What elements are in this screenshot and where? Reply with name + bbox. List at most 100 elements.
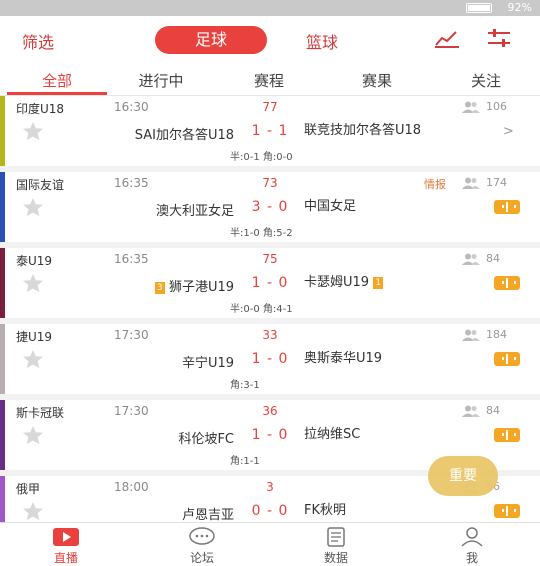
settings-sliders-icon[interactable] (486, 28, 512, 52)
league-name: 国际友谊 (16, 178, 65, 192)
tab-schedule[interactable]: 赛程 (229, 70, 309, 91)
live-video-icon[interactable] (494, 428, 520, 442)
away-team-name: 奥斯泰华U19 (304, 351, 383, 366)
match-minute: 77 (262, 100, 278, 114)
away-team: FK秋明 (304, 504, 444, 518)
score: 1 - 1 (251, 123, 289, 139)
match-card[interactable]: 国际友谊 16:35 73 情报 174 澳大利亚女足 3 - 0 中国女足 半:1-0 角:5… (0, 172, 540, 242)
away-team: 联竞技加尔各答U18 (304, 124, 444, 138)
favorite-star-icon[interactable] (22, 425, 44, 445)
nav-forum[interactable]: 论坛 (172, 527, 232, 566)
nav-live[interactable]: 直播 (36, 527, 96, 566)
league-color-bar (0, 324, 5, 394)
home-team: 澳大利亚女足 (156, 200, 234, 219)
match-minute: 73 (262, 176, 278, 190)
league-name: 俄甲 (16, 482, 41, 496)
match-minute: 75 (262, 252, 278, 266)
league-name: 斯卡冠联 (16, 406, 65, 420)
kickoff-time: 16:35 (114, 252, 149, 266)
active-tab-indicator (7, 92, 107, 95)
away-team-name: 卡瑟姆U19 (304, 275, 370, 290)
league-color-bar (0, 96, 5, 166)
battery-percent: 92% (507, 1, 532, 14)
score: 1 - 0 (251, 427, 289, 443)
home-team: SAI加尔各答U18 (135, 124, 234, 143)
status-bar: 92% (0, 0, 540, 16)
away-team-name: 拉纳维SC (304, 427, 361, 442)
match-card[interactable]: 捷U19 17:30 33 184 辛宁U19 1 - 0 奥斯泰华U19 角:3-1 (0, 324, 540, 394)
tab-results[interactable]: 赛果 (337, 70, 417, 91)
tab-all[interactable]: 全部 (17, 70, 97, 91)
league-name: 泰U19 (16, 254, 53, 268)
league-color-bar (0, 248, 5, 318)
half-corner-stats: 角:1-1 (230, 456, 260, 467)
favorite-star-icon[interactable] (22, 197, 44, 217)
league-color-bar (0, 172, 5, 242)
followers-icon (462, 101, 480, 113)
home-team: 辛宁U19 (182, 352, 234, 371)
nav-live-label: 直播 (53, 551, 78, 565)
home-team-name: 科伦坡FC (178, 432, 234, 447)
match-tabs: 全部 进行中 赛程 赛果 关注 (0, 62, 540, 96)
half-corner-stats: 半:0-0 角:4-1 (230, 304, 293, 315)
filter-button[interactable]: 筛选 (22, 29, 54, 53)
score: 0 - 0 (251, 503, 289, 519)
followers-icon (462, 253, 480, 265)
favorite-star-icon[interactable] (22, 349, 44, 369)
nav-data[interactable]: 数据 (306, 527, 366, 566)
nav-me[interactable]: 我 (442, 527, 502, 566)
tab-in-progress[interactable]: 进行中 (121, 70, 201, 91)
league-color-bar (0, 400, 5, 470)
live-video-icon[interactable] (494, 200, 520, 214)
away-team-name: 中国女足 (304, 199, 357, 214)
document-icon (327, 527, 345, 547)
favorite-star-icon[interactable] (22, 501, 44, 521)
followers-icon (462, 177, 480, 189)
league-color-bar (0, 476, 5, 522)
kickoff-time: 16:35 (114, 176, 149, 190)
person-icon (461, 527, 483, 547)
match-card[interactable]: 泰U19 16:35 75 84 3 狮子港U19 1 - 0 卡瑟姆U19 1 半:0-0 … (0, 248, 540, 318)
intel-link[interactable]: 情报 (424, 176, 446, 192)
kickoff-time: 16:30 (114, 100, 149, 114)
home-team-name: SAI加尔各答U18 (134, 128, 234, 143)
followers-count: 174 (486, 176, 507, 189)
nav-data-label: 数据 (323, 551, 348, 565)
home-team-name: 澳大利亚女足 (155, 204, 234, 219)
followers-icon (462, 405, 480, 417)
trend-chart-icon[interactable] (434, 28, 460, 52)
football-toggle[interactable]: 足球 (155, 26, 267, 54)
chat-bubble-icon (189, 527, 215, 545)
live-video-icon[interactable] (494, 504, 520, 518)
half-corner-stats: 半:1-0 角:5-2 (230, 228, 293, 239)
half-corner-stats: 半:0-1 角:0-0 (230, 152, 293, 163)
kickoff-time: 17:30 (114, 404, 149, 418)
favorite-star-icon[interactable] (22, 121, 44, 141)
favorite-star-icon[interactable] (22, 273, 44, 293)
basketball-toggle[interactable]: 篮球 (306, 29, 338, 53)
tab-following[interactable]: 关注 (446, 70, 526, 91)
chevron-right-icon[interactable]: > (503, 124, 514, 139)
home-team: 科伦坡FC (178, 428, 234, 447)
important-fab[interactable]: 重要 (428, 456, 498, 496)
away-team: 卡瑟姆U19 1 (304, 276, 444, 290)
live-video-icon[interactable] (494, 352, 520, 366)
kickoff-time: 18:00 (114, 480, 149, 494)
match-card[interactable]: 印度U18 16:30 77 106 SAI加尔各答U18 1 - 1 联竞技加尔各答U18… (0, 96, 540, 166)
league-name: 捷U19 (16, 330, 53, 344)
away-team-name: 联竞技加尔各答U18 (304, 123, 422, 138)
battery-icon (466, 3, 492, 13)
match-minute: 36 (262, 404, 278, 418)
home-team: 3 狮子港U19 (154, 276, 234, 295)
away-rank-badge: 1 (373, 277, 384, 289)
kickoff-time: 17:30 (114, 328, 149, 342)
half-corner-stats: 角:3-1 (230, 380, 260, 391)
followers-count: 84 (486, 404, 500, 417)
followers-icon (462, 329, 480, 341)
home-rank-badge: 3 (154, 282, 165, 294)
live-video-icon[interactable] (494, 276, 520, 290)
followers-count: 184 (486, 328, 507, 341)
away-team: 奥斯泰华U19 (304, 352, 444, 366)
match-minute: 33 (262, 328, 278, 342)
league-name: 印度U18 (16, 102, 65, 116)
